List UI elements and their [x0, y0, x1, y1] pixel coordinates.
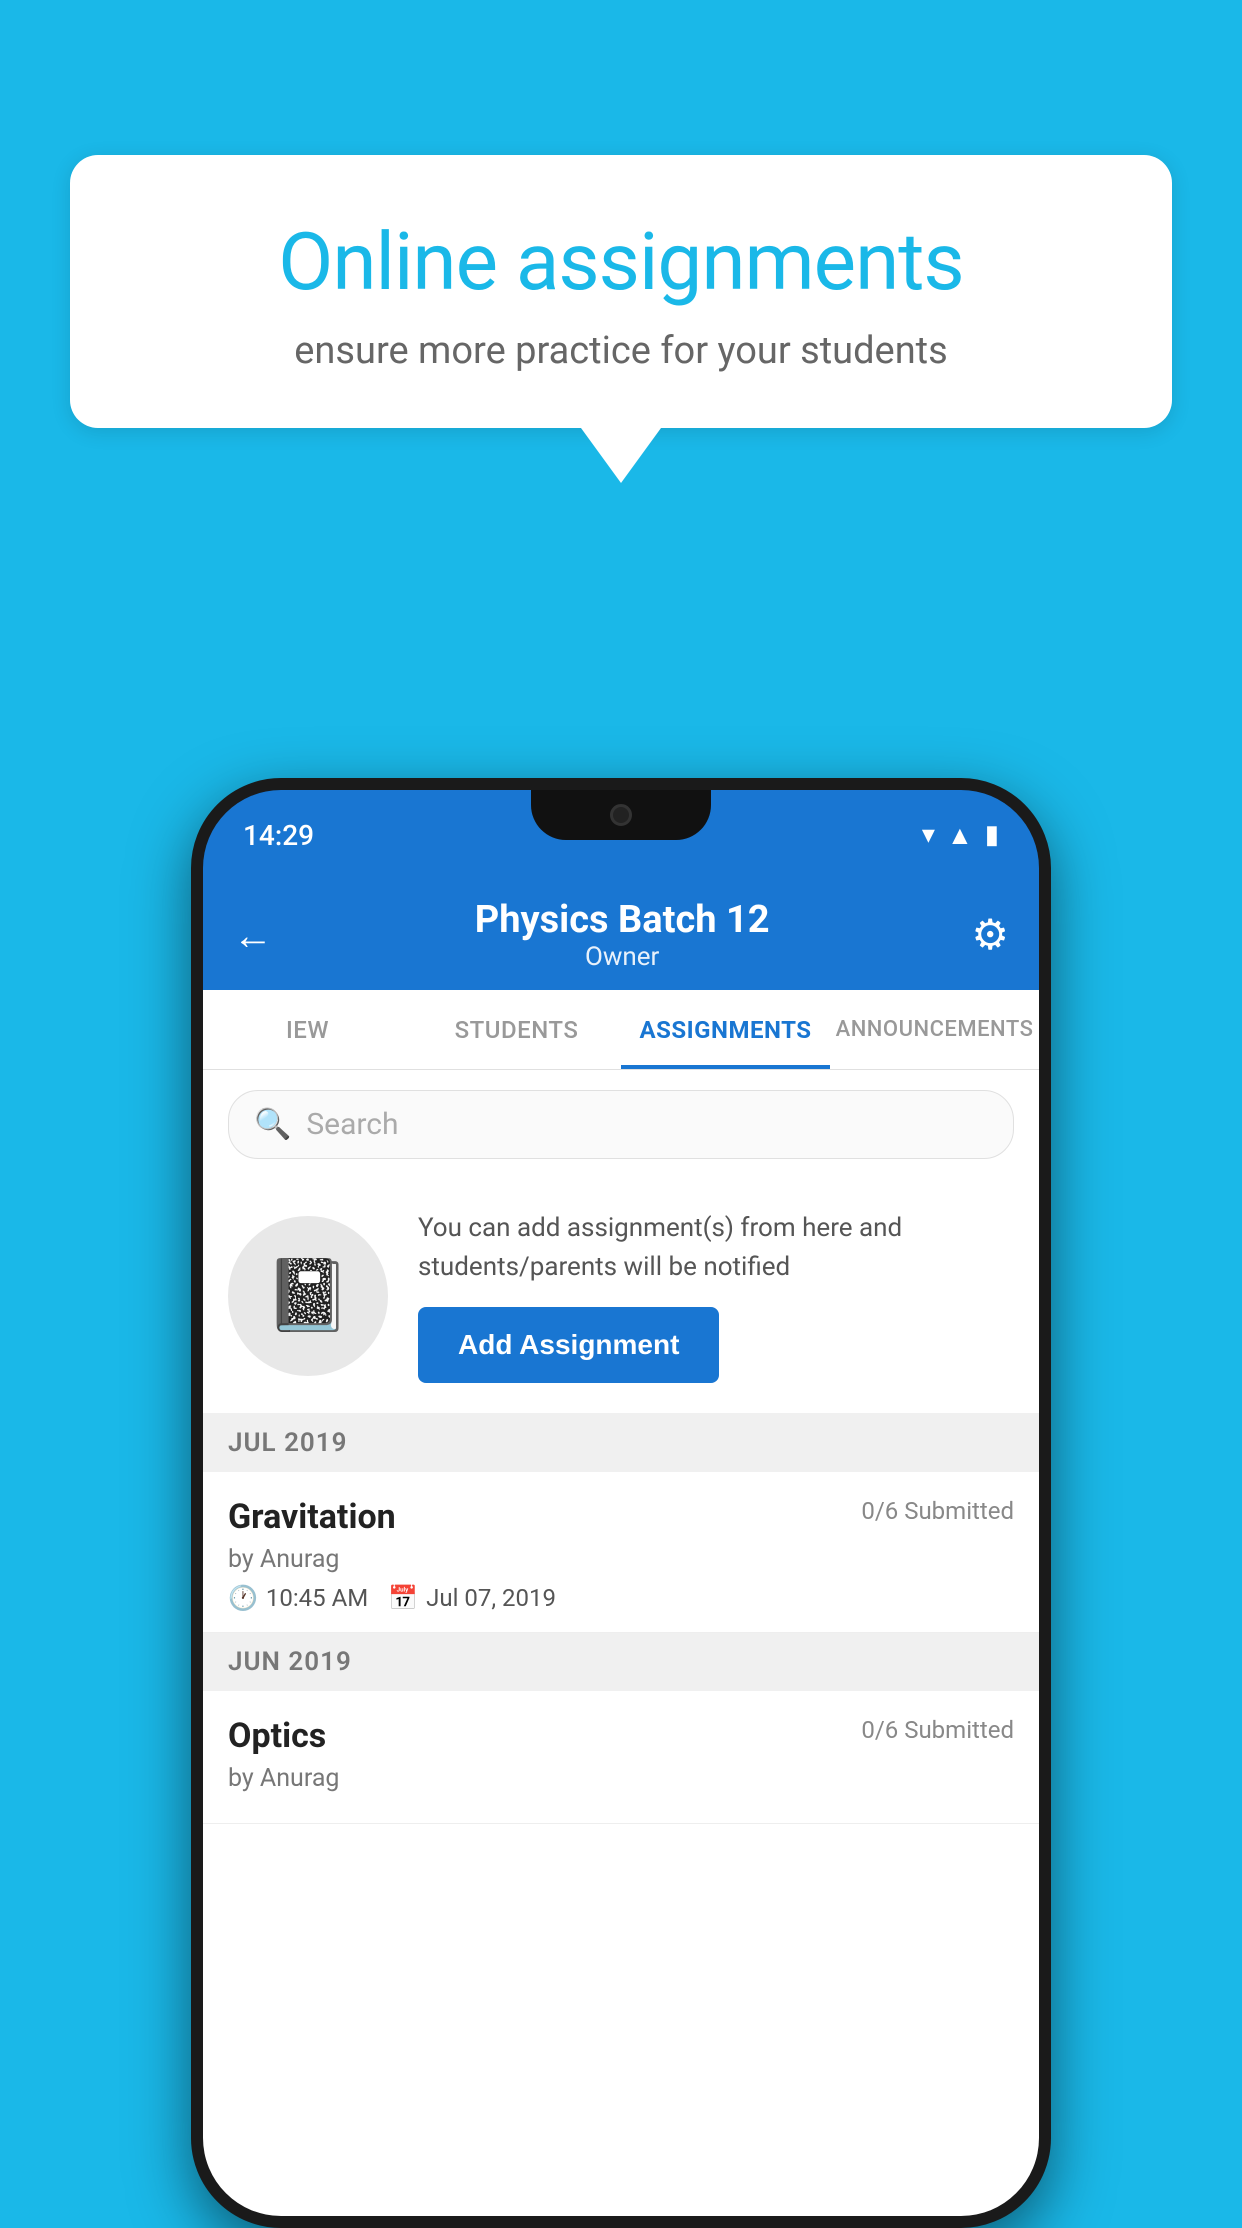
assignment-by: by Anurag: [228, 1545, 1014, 1574]
settings-icon[interactable]: ⚙: [971, 910, 1009, 960]
add-assignment-button[interactable]: Add Assignment: [418, 1307, 719, 1383]
month-header-jul: JUL 2019: [203, 1414, 1039, 1472]
screen-content: 🔍 Search 📓 You can add assignment(s) fro…: [203, 1070, 1039, 2216]
calendar-icon: 📅: [388, 1584, 418, 1612]
phone-frame: 14:29 ▾ ▲ ▮ ← Physics Batch 12 Owner ⚙ I…: [191, 778, 1051, 2228]
add-assignment-desc: You can add assignment(s) from here and …: [418, 1209, 1014, 1287]
speech-bubble-arrow: [581, 428, 661, 483]
notch: [531, 790, 711, 840]
tab-students[interactable]: STUDENTS: [412, 990, 621, 1069]
search-placeholder: Search: [306, 1107, 398, 1142]
assignment-item-header-optics: Optics 0/6 Submitted: [228, 1716, 1014, 1756]
meta-time: 🕐 10:45 AM: [228, 1584, 368, 1612]
header-center: Physics Batch 12 Owner: [475, 898, 770, 972]
assignment-icon-circle: 📓: [228, 1216, 388, 1376]
month-header-jun: JUN 2019: [203, 1633, 1039, 1691]
header-title: Physics Batch 12: [475, 898, 770, 942]
assignment-name-optics: Optics: [228, 1716, 326, 1756]
tab-iew[interactable]: IEW: [203, 990, 412, 1069]
notebook-icon: 📓: [264, 1255, 351, 1337]
header-subtitle: Owner: [475, 942, 770, 972]
assignment-name: Gravitation: [228, 1497, 396, 1537]
speech-bubble-subtitle: ensure more practice for your students: [140, 329, 1102, 373]
wifi-icon: ▾: [922, 820, 935, 850]
back-button[interactable]: ←: [233, 912, 273, 959]
assignment-by-optics: by Anurag: [228, 1764, 1014, 1793]
assignment-meta: 🕐 10:45 AM 📅 Jul 07, 2019: [228, 1584, 1014, 1612]
assignment-submitted: 0/6 Submitted: [861, 1497, 1014, 1525]
status-icons: ▾ ▲ ▮: [922, 820, 999, 851]
tab-announcements[interactable]: ANNOUNCEMENTS: [830, 990, 1039, 1069]
search-bar: 🔍 Search: [203, 1070, 1039, 1179]
app-header: ← Physics Batch 12 Owner ⚙: [203, 880, 1039, 990]
search-icon: 🔍: [254, 1107, 291, 1142]
assignment-submitted-optics: 0/6 Submitted: [861, 1716, 1014, 1744]
signal-icon: ▲: [947, 820, 973, 851]
tab-assignments[interactable]: ASSIGNMENTS: [621, 990, 830, 1069]
tab-bar: IEW STUDENTS ASSIGNMENTS ANNOUNCEMENTS: [203, 990, 1039, 1070]
meta-date: 📅 Jul 07, 2019: [388, 1584, 556, 1612]
status-bar: 14:29 ▾ ▲ ▮: [203, 790, 1039, 880]
camera: [610, 804, 632, 826]
assignment-item-header: Gravitation 0/6 Submitted: [228, 1497, 1014, 1537]
speech-bubble-title: Online assignments: [140, 215, 1102, 309]
add-assignment-right: You can add assignment(s) from here and …: [418, 1209, 1014, 1383]
assignment-item-optics[interactable]: Optics 0/6 Submitted by Anurag: [203, 1691, 1039, 1824]
battery-icon: ▮: [985, 820, 999, 850]
speech-bubble: Online assignments ensure more practice …: [70, 155, 1172, 428]
date-value: Jul 07, 2019: [426, 1584, 556, 1612]
clock-icon: 🕐: [228, 1584, 258, 1612]
status-time: 14:29: [243, 819, 314, 852]
search-input-container[interactable]: 🔍 Search: [228, 1090, 1014, 1159]
speech-bubble-container: Online assignments ensure more practice …: [70, 155, 1172, 483]
time-value: 10:45 AM: [266, 1584, 368, 1612]
add-assignment-section: 📓 You can add assignment(s) from here an…: [203, 1179, 1039, 1414]
assignment-item-gravitation[interactable]: Gravitation 0/6 Submitted by Anurag 🕐 10…: [203, 1472, 1039, 1633]
